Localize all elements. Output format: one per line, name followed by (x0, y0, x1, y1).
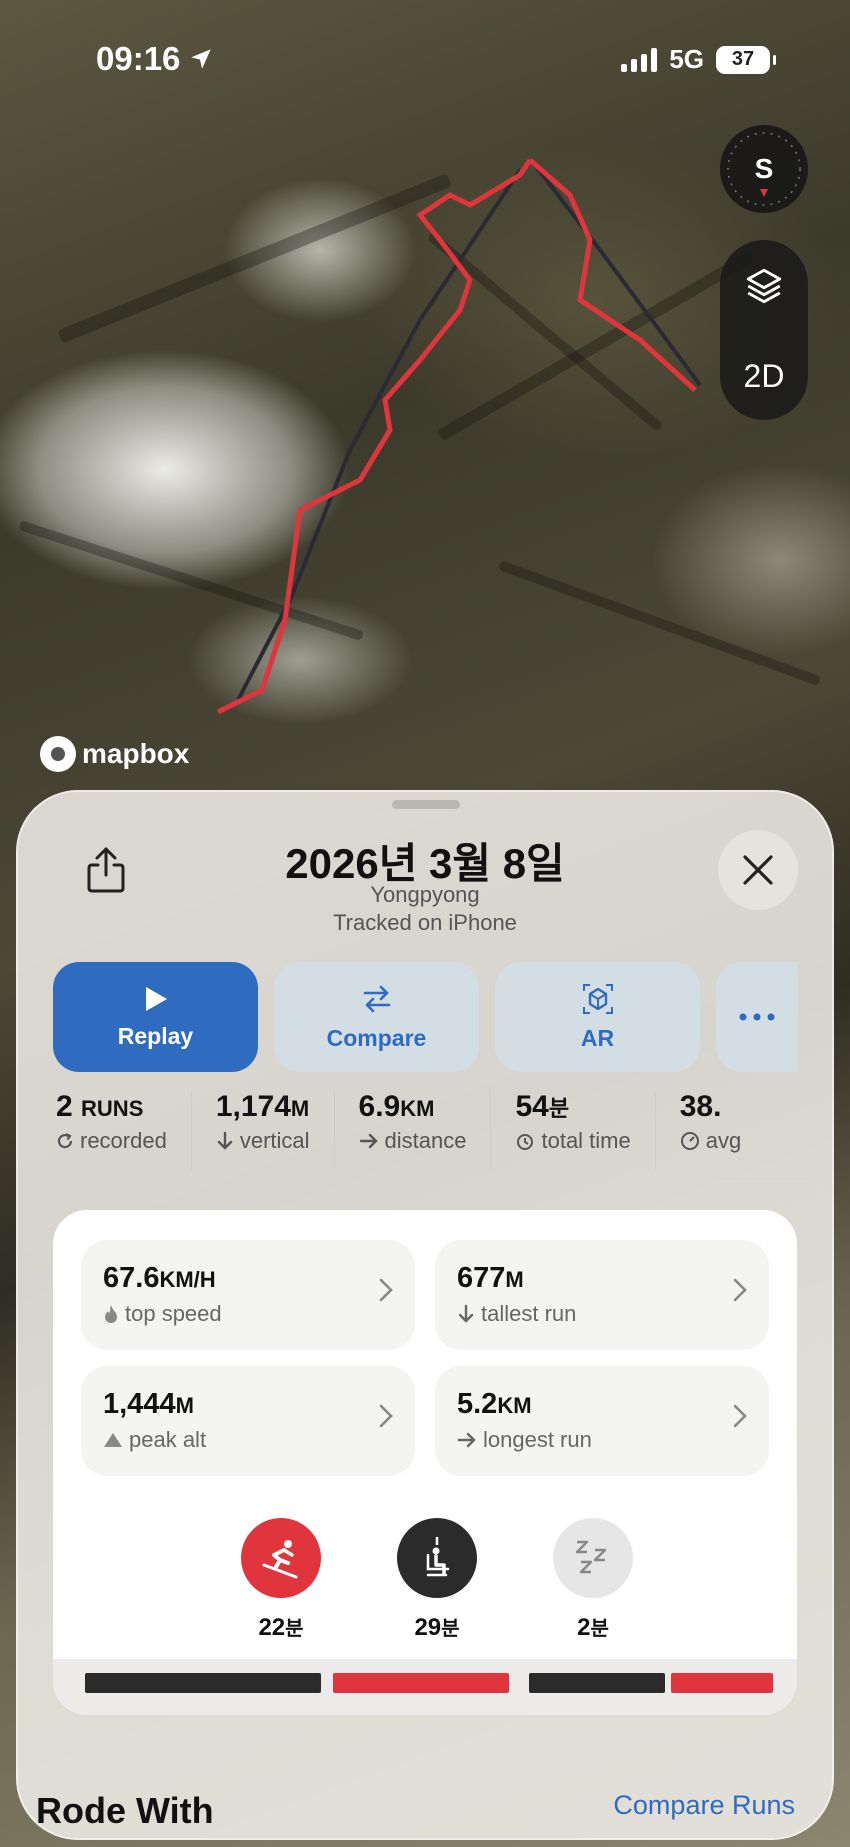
cellular-signal-icon (621, 47, 658, 72)
compare-button[interactable]: Compare (274, 962, 479, 1072)
route-line (528, 158, 697, 392)
ar-icon (582, 983, 613, 1014)
stat-runs: 2 RUNS recorded (56, 1090, 192, 1170)
route-overlay (216, 158, 702, 715)
refresh-icon (57, 1133, 73, 1149)
stat-total-time: 54분 total time (515, 1090, 656, 1170)
speedometer-icon (680, 1132, 699, 1150)
chairlift-icon (397, 1518, 477, 1598)
activity-skiing[interactable]: 22분 (221, 1518, 341, 1642)
compare-label: Compare (326, 1024, 427, 1051)
arrow-right-icon (359, 1133, 378, 1149)
summary-stats: 2 RUNS recorded 1,174M vertical 6.9KM di… (56, 1090, 834, 1170)
arrow-right-icon (457, 1432, 476, 1448)
arrow-down-icon (217, 1131, 233, 1150)
more-button[interactable] (716, 962, 798, 1072)
activity-rest[interactable]: 2분 (533, 1518, 653, 1642)
close-icon (743, 855, 773, 885)
play-icon (145, 986, 167, 1011)
longest-run-tile[interactable]: 5.2KM longest run (435, 1366, 769, 1476)
highlights-card: 67.6KM/H top speed 677M tallest run 1,44… (53, 1210, 797, 1715)
replay-button[interactable]: Replay (53, 962, 258, 1072)
battery-level: 37 (731, 48, 755, 70)
stat-vertical: 1,174M vertical (216, 1090, 335, 1170)
timeline-run-segment (671, 1673, 773, 1693)
lift-line (533, 163, 702, 387)
stat-distance: 6.9KM distance (359, 1090, 492, 1170)
arrow-down-icon (458, 1304, 474, 1323)
compass-button[interactable]: S (720, 125, 808, 213)
compare-arrows-icon (363, 985, 390, 1012)
timeline-run-segment (333, 1673, 509, 1693)
timeline-lift-segment (529, 1673, 665, 1693)
stat-average: 38. avg (679, 1090, 742, 1153)
network-type: 5G (669, 44, 704, 74)
mapbox-wordmark: mapbox (82, 738, 190, 769)
timeline-lift-segment (85, 1673, 321, 1693)
mountain-icon (104, 1433, 122, 1447)
action-buttons: Replay Compare AR (53, 962, 798, 1072)
rode-with-heading: Rode With (36, 1790, 214, 1831)
ar-label: AR (580, 1024, 615, 1051)
map-controls: 2D (720, 240, 808, 420)
mapbox-mark-icon (40, 736, 76, 772)
activity-lift[interactable]: 29분 (377, 1518, 497, 1642)
status-bar: 09:16 5G 37 (0, 0, 850, 120)
route-line (216, 158, 533, 715)
more-icon (739, 1013, 775, 1021)
skier-icon (241, 1518, 321, 1598)
resort-name: Yongpyong (370, 882, 480, 907)
2d-toggle-button[interactable]: 2D (744, 358, 785, 395)
chevron-right-icon (733, 1278, 747, 1302)
layers-icon[interactable] (743, 265, 785, 307)
battery-icon: 37 (716, 45, 776, 74)
top-speed-tile[interactable]: 67.6KM/H top speed (81, 1240, 415, 1350)
peak-alt-tile[interactable]: 1,444M peak alt (81, 1366, 415, 1476)
sleep-icon (553, 1518, 633, 1598)
compass-ring-icon (727, 132, 801, 206)
replay-label: Replay (117, 1022, 194, 1049)
chevron-right-icon (733, 1404, 747, 1428)
sheet-grabber[interactable] (392, 800, 460, 809)
run-summary-sheet: 2026년 3월 8일 Yongpyong Tracked on iPhone … (16, 790, 834, 1840)
chevron-right-icon (379, 1278, 393, 1302)
close-button[interactable] (718, 830, 798, 910)
ar-button[interactable]: AR (495, 962, 700, 1072)
activity-timeline[interactable] (53, 1659, 797, 1715)
flame-icon (105, 1305, 117, 1323)
lift-line (236, 168, 522, 701)
clock: 09:16 (96, 40, 181, 77)
location-arrow-icon (191, 49, 212, 69)
mapbox-logo: mapbox (40, 736, 189, 772)
chevron-right-icon (379, 1404, 393, 1428)
compare-runs-link[interactable]: Compare Runs (613, 1790, 795, 1821)
tallest-run-tile[interactable]: 677M tallest run (435, 1240, 769, 1350)
divider (46, 1178, 806, 1179)
tracked-device: Tracked on iPhone (333, 910, 517, 935)
timer-icon (517, 1134, 534, 1150)
